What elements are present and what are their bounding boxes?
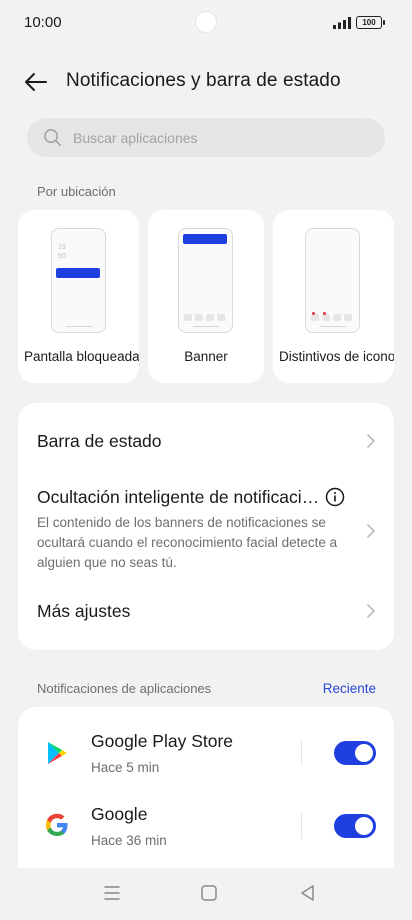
setting-status-bar[interactable]: Barra de estado (18, 403, 394, 479)
setting-description: El contenido de los banners de notificac… (37, 515, 338, 570)
battery-icon: 100 (356, 16, 385, 29)
battery-level: 100 (362, 17, 376, 27)
preview-banner (183, 234, 227, 244)
setting-title: Más ajustes (37, 601, 131, 621)
location-card-badges[interactable]: Distintivos de iconos (273, 210, 394, 383)
app-row-google[interactable]: Google Hace 36 min (18, 790, 394, 862)
location-card-lock-screen[interactable]: 19 50 Pantalla bloqueada (18, 210, 139, 383)
app-last-notified: Hace 5 min (91, 760, 160, 775)
search-input[interactable] (73, 118, 373, 157)
section-label-location: Por ubicación (37, 184, 116, 199)
app-row-google-play[interactable]: Google Play Store Hace 5 min (18, 717, 394, 789)
location-card-label: Banner (184, 349, 228, 364)
info-icon[interactable] (325, 487, 345, 507)
settings-list: Barra de estado Ocultación inteligente d… (18, 403, 394, 650)
location-card-label: Distintivos de iconos (279, 349, 394, 364)
google-icon (46, 813, 68, 836)
app-notification-toggle[interactable] (334, 741, 376, 765)
camera-cutout (195, 11, 217, 33)
phone-preview: 19 50 (51, 228, 106, 333)
setting-smart-hide[interactable]: Ocultación inteligente de notificaciones… (18, 479, 394, 579)
back-triangle-icon[interactable] (297, 882, 319, 904)
preview-clock: 19 50 (58, 244, 66, 260)
search-bar[interactable] (27, 118, 385, 157)
setting-title: Ocultación inteligente de notificaciones (37, 487, 322, 507)
app-header: Notificaciones y barra de estado (0, 60, 412, 104)
chevron-right-icon (367, 434, 375, 448)
sort-recent-link[interactable]: Reciente (323, 681, 376, 696)
page-title: Notificaciones y barra de estado (66, 70, 341, 91)
phone-preview (305, 228, 360, 333)
status-bar: 10:00 100 (0, 0, 412, 46)
signal-icon (333, 17, 351, 29)
app-last-notified: Hace 36 min (91, 833, 167, 848)
google-play-icon (48, 742, 67, 764)
home-icon[interactable] (198, 882, 220, 904)
menu-icon[interactable] (101, 882, 123, 904)
status-time: 10:00 (24, 14, 62, 31)
chevron-right-icon (367, 524, 375, 538)
preview-notification (56, 268, 100, 278)
phone-preview (178, 228, 233, 333)
chevron-right-icon (367, 604, 375, 618)
app-name: Google (91, 804, 148, 824)
setting-more[interactable]: Más ajustes (18, 579, 394, 650)
location-card-banner[interactable]: Banner (148, 210, 264, 383)
system-nav-bar (0, 868, 412, 920)
location-card-label: Pantalla bloqueada (24, 349, 139, 364)
arrow-left-icon[interactable] (22, 68, 50, 96)
setting-title: Barra de estado (37, 431, 162, 451)
app-notification-toggle[interactable] (334, 814, 376, 838)
app-name: Google Play Store (91, 731, 234, 751)
search-icon (44, 129, 61, 146)
section-label-apps: Notificaciones de aplicaciones (37, 681, 212, 696)
